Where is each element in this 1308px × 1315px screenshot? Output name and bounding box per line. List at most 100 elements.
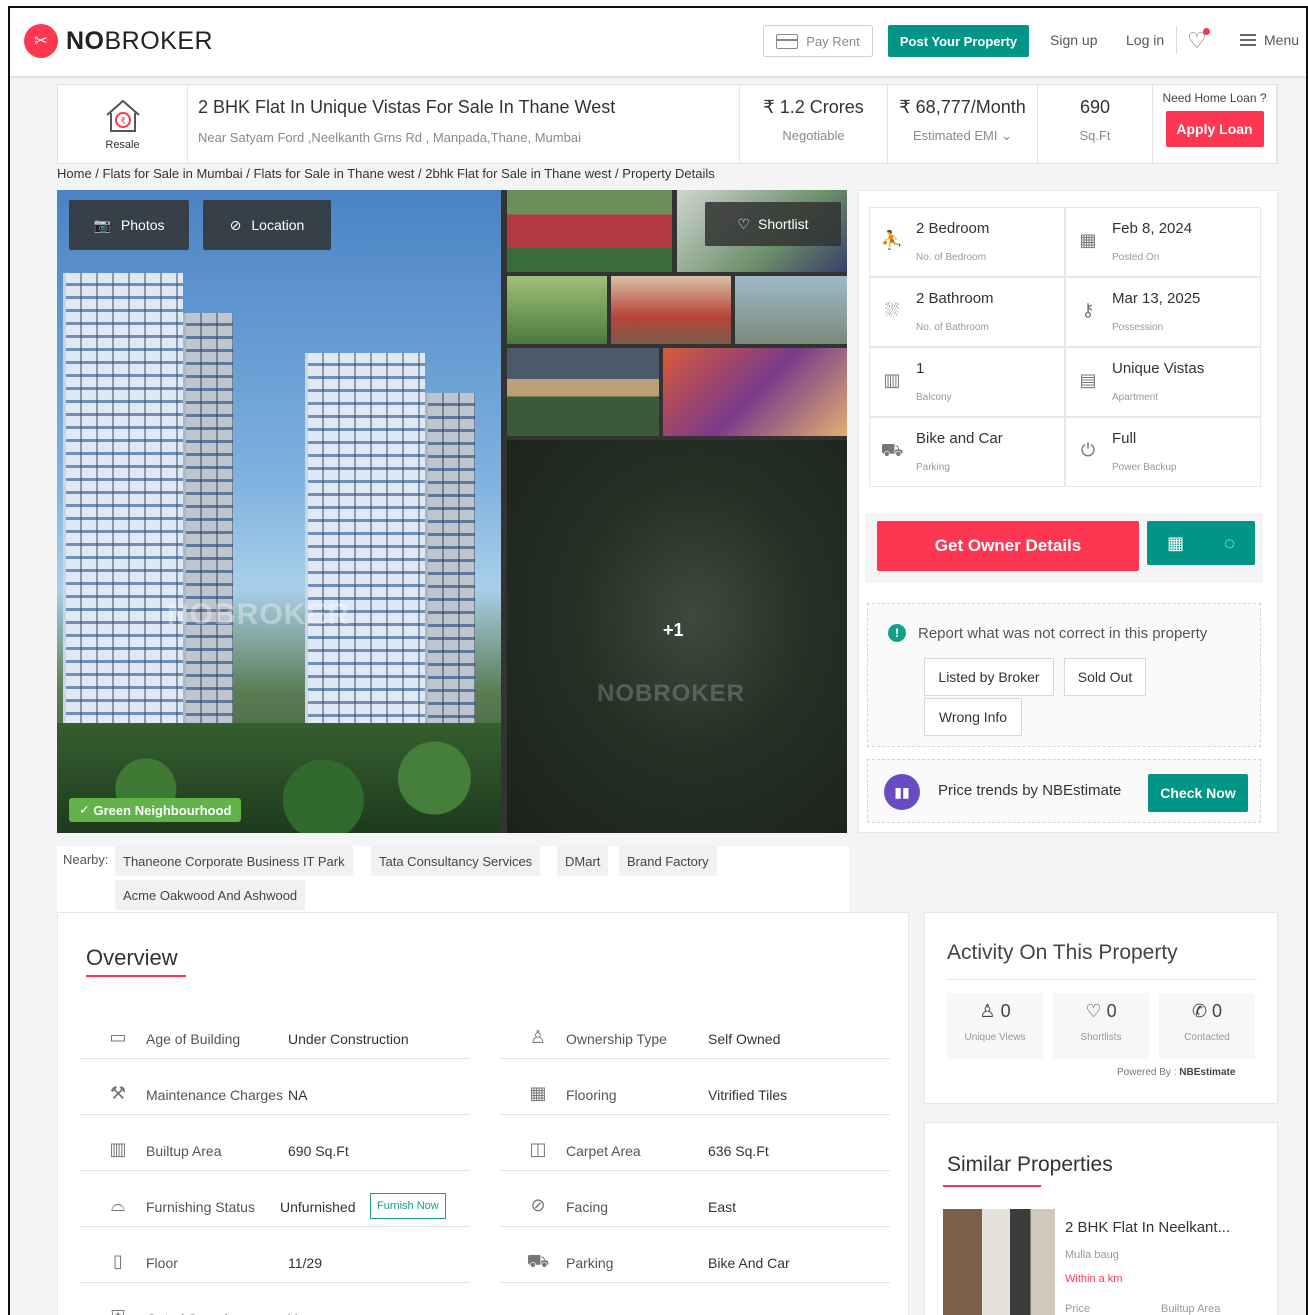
bar-chart-icon: ▮▮ xyxy=(884,774,920,810)
similar-property-title[interactable]: 2 BHK Flat In Neelkant... xyxy=(1065,1219,1230,1236)
shortlist-label: Shortlist xyxy=(757,216,809,232)
overview-value: 690 Sq.Ft xyxy=(288,1143,349,1159)
similar-properties-section: Similar Properties 2 BHK Flat In Neelkan… xyxy=(924,1122,1278,1315)
overview-value: Bike And Car xyxy=(708,1255,790,1271)
spec-label: Possession xyxy=(1112,322,1164,333)
overview-key: Gated Security xyxy=(146,1311,239,1315)
badge-label: Green Neighbourhood xyxy=(93,802,232,818)
leaf-icon: ✓ xyxy=(79,802,94,817)
furnish-now-button[interactable]: Furnish Now xyxy=(370,1193,446,1219)
activity-title: Activity On This Property xyxy=(947,941,1178,964)
report-wrong-info[interactable]: Wrong Info xyxy=(924,698,1022,736)
property-title: 2 BHK Flat In Unique Vistas For Sale In … xyxy=(198,97,616,117)
location-button[interactable]: ⊘ Location xyxy=(203,200,331,250)
gallery-thumb[interactable] xyxy=(611,276,731,344)
gallery-thumb[interactable] xyxy=(663,348,847,436)
home-loan-block: Need Home Loan ? Apply Loan xyxy=(1153,85,1277,163)
activity-section: Activity On This Property ♙ 0 Unique Vie… xyxy=(924,912,1278,1104)
spec-label: Parking xyxy=(916,462,950,473)
nearby-label: Nearby: xyxy=(63,852,109,867)
bed-icon: ⛹ xyxy=(880,230,904,250)
menu-button[interactable]: Menu xyxy=(1240,32,1299,48)
gallery-thumb[interactable] xyxy=(507,276,607,344)
overview-key: Builtup Area xyxy=(146,1143,222,1159)
log-in-link[interactable]: Log in xyxy=(1126,32,1164,48)
shortlist-button[interactable]: ♡ Shortlist xyxy=(705,202,841,246)
phone-icon: ✆ xyxy=(1191,1001,1208,1021)
chevron-down-icon: ⌄ xyxy=(1001,128,1013,143)
notification-dot xyxy=(1203,28,1210,35)
overview-title: Overview xyxy=(86,945,178,970)
price-trends-box: ▮▮ Price trends by NBEstimate Check Now xyxy=(867,759,1261,823)
nobroker-logo[interactable]: ✂ NOBROKER xyxy=(24,24,213,58)
photos-label: Photos xyxy=(120,217,165,233)
property-address: Near Satyam Ford ,Neelkanth Grns Rd , Ma… xyxy=(198,130,581,145)
overview-row: ⚒ Maintenance Charges NA xyxy=(80,1075,470,1115)
heart-icon: ♡ xyxy=(1085,1001,1102,1021)
post-property-button[interactable]: Post Your Property xyxy=(888,25,1029,57)
svg-text:₹: ₹ xyxy=(120,117,126,127)
chat-icon[interactable]: ◌ xyxy=(1224,533,1235,554)
location-label: Location xyxy=(251,217,305,233)
similar-property-photo[interactable] xyxy=(943,1209,1055,1315)
emi-block[interactable]: ₹ 68,777/Month Estimated EMI ⌄ xyxy=(888,85,1038,163)
user-icon: ♙ xyxy=(979,1001,996,1021)
header-divider xyxy=(1176,26,1177,54)
shortlists-count: 0 xyxy=(1106,1001,1117,1021)
report-box: ! Report what was not correct in this pro… xyxy=(867,603,1261,747)
spec-value: Mar 13, 2025 xyxy=(1112,290,1201,307)
more-photos-count[interactable]: +1 xyxy=(663,620,684,641)
spec-bedrooms: ⛹ 2 Bedroom No. of Bedroom xyxy=(869,207,1065,277)
report-sold-out[interactable]: Sold Out xyxy=(1064,658,1146,696)
overview-value: East xyxy=(708,1199,737,1215)
overview-row: ◫ Carpet Area 636 Sq.Ft xyxy=(500,1131,890,1171)
overview-value: 11/29 xyxy=(288,1255,322,1271)
nearby-chip[interactable]: Acme Oakwood And Ashwood xyxy=(115,880,306,910)
check-now-button[interactable]: Check Now xyxy=(1148,774,1248,812)
overview-key: Parking xyxy=(566,1255,614,1271)
photos-button[interactable]: 📷 Photos xyxy=(69,200,189,250)
menu-label: Menu xyxy=(1264,32,1300,48)
owner-action-box: Get Owner Details ▦ ◌ xyxy=(865,513,1263,583)
floor-icon: ▯ xyxy=(113,1251,123,1271)
spec-value: 2 Bedroom xyxy=(916,220,990,237)
area-value: 690 xyxy=(1079,97,1111,117)
overview-value: Vitrified Tiles xyxy=(708,1087,788,1103)
compass-icon: ⊘ xyxy=(530,1195,546,1215)
calendar-icon[interactable]: ▦ xyxy=(1167,533,1184,554)
nearby-chip[interactable]: Thaneone Corporate Business IT Park xyxy=(115,846,353,876)
report-title: Report what was not correct in this prop… xyxy=(918,624,1208,642)
resale-tag: ₹ Resale xyxy=(58,85,188,163)
report-listed-by-broker[interactable]: Listed by Broker xyxy=(924,658,1054,696)
spec-posted-on: ▦ Feb 8, 2024 Posted On xyxy=(1065,207,1261,277)
gallery-thumb[interactable] xyxy=(735,276,847,344)
get-owner-details-button[interactable]: Get Owner Details xyxy=(877,521,1139,571)
shortlists-stat: ♡ 0 Shortlists xyxy=(1053,993,1149,1059)
green-neighbourhood-badge: ✓ Green Neighbourhood xyxy=(69,798,242,822)
pay-rent-button[interactable]: Pay Rent xyxy=(763,25,873,57)
price-note: Negotiable xyxy=(782,128,845,143)
gallery-thumb[interactable] xyxy=(507,348,659,436)
photo-gallery[interactable]: NOBROKER 📷 Photos ⊘ Location ✓ Green Nei… xyxy=(57,190,847,833)
overview-key: Facing xyxy=(566,1199,609,1215)
nearby-chip[interactable]: DMart xyxy=(557,846,609,876)
similar-underline xyxy=(943,1185,1041,1187)
contacted-count: 0 xyxy=(1212,1001,1223,1021)
nearby-chip[interactable]: Brand Factory xyxy=(619,846,717,876)
overview-row: ⌓ Furnishing Status Unfurnished Furnish Now xyxy=(80,1187,470,1227)
spec-label: No. of Bathroom xyxy=(916,322,989,333)
overview-value: Self Owned xyxy=(708,1031,781,1047)
gallery-thumb[interactable] xyxy=(507,190,672,272)
emi-label: Estimated EMI xyxy=(912,128,998,143)
apply-loan-button[interactable]: Apply Loan xyxy=(1165,111,1264,147)
shortlists-label: Shortlists xyxy=(1080,1032,1122,1043)
overview-key: Flooring xyxy=(566,1087,617,1103)
sign-up-link[interactable]: Sign up xyxy=(1050,32,1097,48)
nearby-places: Nearby: Thaneone Corporate Business IT P… xyxy=(57,846,849,912)
main-property-photo[interactable]: NOBROKER xyxy=(57,190,501,833)
spec-power-backup: ⏻ Full Power Backup xyxy=(1065,417,1261,487)
breadcrumb[interactable]: Home / Flats for Sale in Mumbai / Flats … xyxy=(57,166,715,181)
watermark-logo: NOBROKER xyxy=(167,598,351,631)
nearby-chip[interactable]: Tata Consultancy Services xyxy=(371,846,541,876)
compass-icon: ⊘ xyxy=(229,216,242,233)
